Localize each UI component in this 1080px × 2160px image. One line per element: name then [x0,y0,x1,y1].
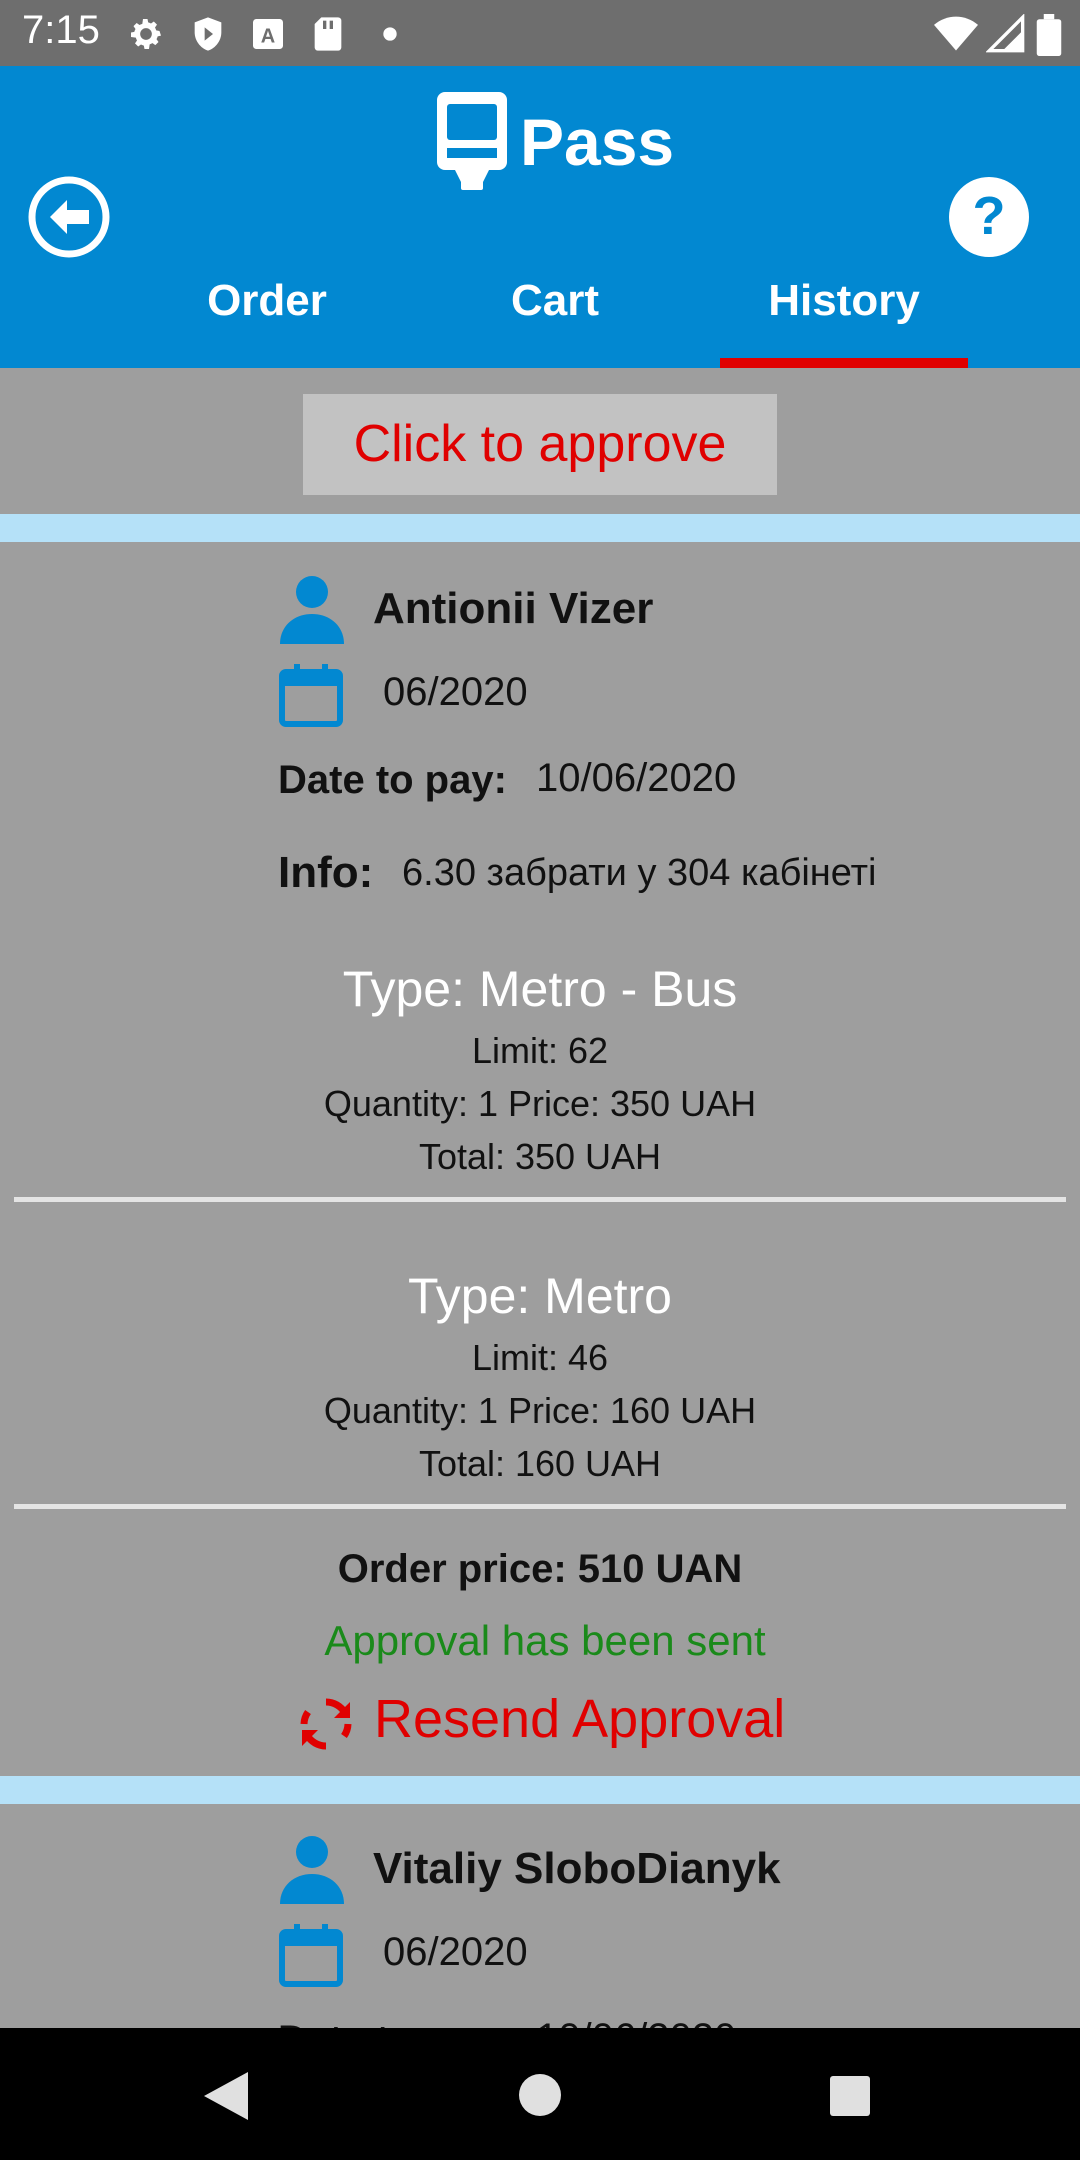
battery-icon [1036,14,1062,56]
pass-total: Total: 350 UAH [418,1136,662,1177]
resend-approval-label: Resend Approval [374,1689,786,1749]
wifi-icon [934,16,978,51]
system-nav-bar [0,2028,1080,2160]
app-title: Pass [520,105,675,179]
info-value: 6.30 забрати у 304 кабінеті [402,852,877,894]
sd-card-icon [314,17,342,51]
status-time: 7:15 [22,8,100,52]
tab-order[interactable]: Order [150,276,384,368]
order-price: Order price: 510 UAN [337,1547,743,1591]
shield-icon [194,17,222,51]
help-button[interactable]: ? [948,176,1030,258]
signal-icon [986,14,1025,53]
item-divider [14,1197,1066,1202]
back-button[interactable] [28,176,110,258]
status-bar: 7:15 A [0,0,1080,66]
font-a-icon: A [253,19,283,49]
back-triangle-icon[interactable] [204,2072,248,2120]
gear-icon [131,19,161,49]
tab-history[interactable]: History [720,276,968,368]
pass-quantity-price: Quantity: 1 Price: 160 UAH [323,1390,757,1431]
date-to-pay-label: Date to pay: [278,2018,507,2028]
card-separator [0,514,1080,542]
bus-icon [437,92,507,190]
dot-icon [383,27,397,41]
approval-status: Approval has been sent [324,1617,766,1664]
recents-square-icon[interactable] [830,2076,870,2116]
app-bar: Pass ? Order Cart History [0,66,1080,368]
calendar-icon [279,664,343,727]
person-name: Vitaliy SloboDianyk [373,1844,781,1893]
pass-type: Type: Metro - Bus [342,961,738,1017]
item-divider [14,1504,1066,1509]
pass-quantity-price: Quantity: 1 Price: 350 UAH [323,1083,757,1124]
order-period: 06/2020 [383,1930,528,1974]
pass-limit: Limit: 46 [471,1337,609,1378]
pass-type: Type: Metro [408,1268,672,1324]
person-icon [280,576,344,644]
tab-cart[interactable]: Cart [440,276,670,368]
pass-limit: Limit: 62 [471,1030,609,1071]
person-icon [280,1836,344,1904]
order-card: Antionii Vizer 06/2020 Date to pay: 10/0… [0,542,1080,1776]
svg-text:?: ? [973,186,1006,246]
card-separator [0,1776,1080,1804]
date-to-pay-value: 10/06/2020 [536,2016,736,2028]
person-name: Antionii Vizer [373,584,654,633]
date-to-pay-label: Date to pay: [278,758,507,802]
order-card: Vitaliy SloboDianyk 06/2020 Date to pay:… [0,1804,1080,2028]
home-circle-icon[interactable] [519,2074,561,2116]
click-to-approve-button[interactable]: Click to approve [303,394,777,495]
info-label: Info: [278,848,374,897]
refresh-icon [300,1698,352,1750]
calendar-icon [279,1924,343,1987]
date-to-pay-value: 10/06/2020 [536,756,737,800]
pass-total: Total: 160 UAH [418,1443,662,1484]
svg-text:A: A [261,25,275,47]
order-period: 06/2020 [383,670,528,714]
tab-active-indicator [720,358,968,368]
